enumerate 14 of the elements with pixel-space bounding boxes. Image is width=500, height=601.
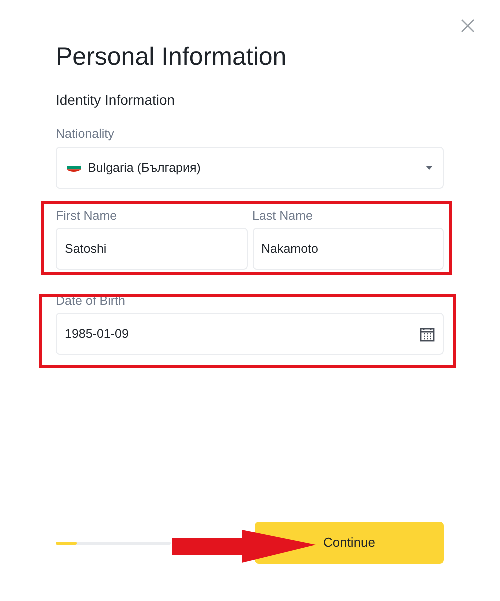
field-label: First Name bbox=[56, 209, 118, 224]
arrow-icon bbox=[172, 530, 316, 564]
calendar-icon[interactable] bbox=[420, 326, 435, 342]
bulgaria-flag-icon bbox=[67, 163, 81, 173]
dialog-title: Personal Information bbox=[56, 42, 288, 72]
name-input[interactable]: Nakamoto bbox=[252, 228, 444, 270]
nationality-select[interactable]: Bulgaria (България) bbox=[56, 147, 444, 189]
field-label: Last Name bbox=[252, 209, 313, 224]
section-heading: Identity Information bbox=[56, 91, 176, 109]
field-label: Nationality bbox=[56, 127, 114, 142]
name-input[interactable]: Satoshi bbox=[56, 228, 248, 270]
close-icon[interactable] bbox=[461, 19, 475, 33]
date-input[interactable]: 1985-01-09 bbox=[56, 313, 444, 355]
dropdown-caret-icon bbox=[426, 166, 433, 170]
